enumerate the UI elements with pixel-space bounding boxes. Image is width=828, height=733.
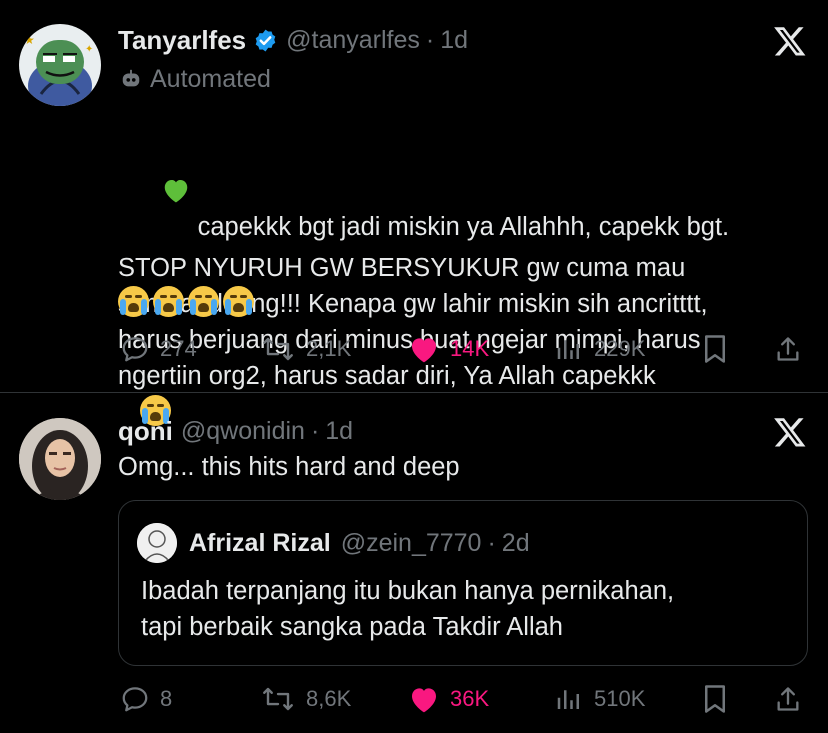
robot-icon	[120, 68, 142, 90]
avatar[interactable]	[19, 418, 101, 500]
view-count: 229K	[594, 336, 646, 361]
reply-icon	[122, 337, 148, 362]
crying-face-icon	[153, 286, 184, 317]
share-icon	[777, 337, 799, 361]
x-logo-icon[interactable]	[772, 24, 808, 63]
bookmark-icon	[705, 335, 725, 363]
display-name[interactable]: qoni	[118, 416, 173, 447]
share-button[interactable]	[774, 684, 802, 714]
analytics-icon	[557, 690, 579, 709]
quote-avatar[interactable]	[137, 523, 177, 563]
separator-dot: ·	[487, 528, 496, 557]
bookmark-icon	[705, 685, 725, 713]
display-name[interactable]: Tanyarlfes	[118, 25, 246, 56]
avatar-photo-image	[19, 418, 101, 500]
timestamp[interactable]: 1d	[325, 417, 353, 446]
avatar-sketch-image	[137, 523, 177, 563]
heart-icon	[412, 688, 436, 713]
quote-handle[interactable]: @zein_7770	[341, 529, 482, 558]
tweet-text: Omg... this hits hard and deep	[118, 453, 460, 481]
share-button[interactable]	[774, 334, 802, 364]
quote-display-name[interactable]: Afrizal Rizal	[189, 529, 331, 558]
repost-icon	[263, 337, 293, 361]
user-handle[interactable]: @qwonidin	[181, 417, 305, 446]
crying-face-icon	[118, 286, 149, 317]
crying-face-icon	[188, 286, 219, 317]
svg-text:★: ★	[24, 33, 35, 47]
green-heart-icon	[132, 140, 190, 250]
tweet-divider	[0, 392, 828, 393]
reply-button[interactable]: 274	[120, 334, 197, 364]
timestamp[interactable]: 1d	[440, 26, 468, 55]
emoji-row	[118, 286, 258, 317]
repost-count: 2,1K	[306, 336, 352, 361]
repost-count: 8,6K	[306, 686, 352, 711]
bookmark-button[interactable]	[702, 334, 728, 364]
separator-dot: ·	[425, 25, 435, 54]
quote-text: Ibadah terpanjang itu bukan hanya pernik…	[141, 577, 675, 641]
avatar[interactable]: ★ ✦	[19, 24, 101, 106]
like-button[interactable]: 14K	[408, 334, 489, 364]
repost-button[interactable]: 2,1K	[260, 334, 351, 364]
reply-count: 8	[160, 686, 173, 711]
quote-timestamp[interactable]: 2d	[502, 529, 530, 558]
repost-button[interactable]: 8,6K	[260, 684, 351, 714]
like-count: 36K	[450, 686, 490, 711]
quote-card[interactable]: Afrizal Rizal @zein_7770 · 2d Ibadah ter…	[118, 500, 808, 666]
views-button[interactable]: 510K	[554, 684, 645, 714]
share-icon	[777, 687, 799, 711]
reply-count: 274	[160, 336, 197, 361]
views-button[interactable]: 229K	[554, 334, 645, 364]
avatar-cartoon-image: ★✦	[24, 33, 93, 106]
reply-icon	[122, 687, 148, 712]
crying-face-icon	[223, 286, 254, 317]
automated-label: Automated	[150, 64, 271, 93]
svg-text:✦: ✦	[85, 44, 93, 55]
repost-icon	[263, 687, 293, 711]
view-count: 510K	[594, 686, 646, 711]
analytics-icon	[557, 340, 579, 359]
heart-icon	[412, 338, 436, 363]
user-handle[interactable]: @tanyarlfes	[286, 26, 420, 55]
bookmark-button[interactable]	[702, 684, 728, 714]
separator-dot: ·	[310, 416, 320, 445]
like-button[interactable]: 36K	[408, 684, 489, 714]
like-count: 14K	[450, 336, 490, 361]
reply-button[interactable]: 8	[120, 684, 172, 714]
verified-badge-icon	[253, 28, 278, 53]
